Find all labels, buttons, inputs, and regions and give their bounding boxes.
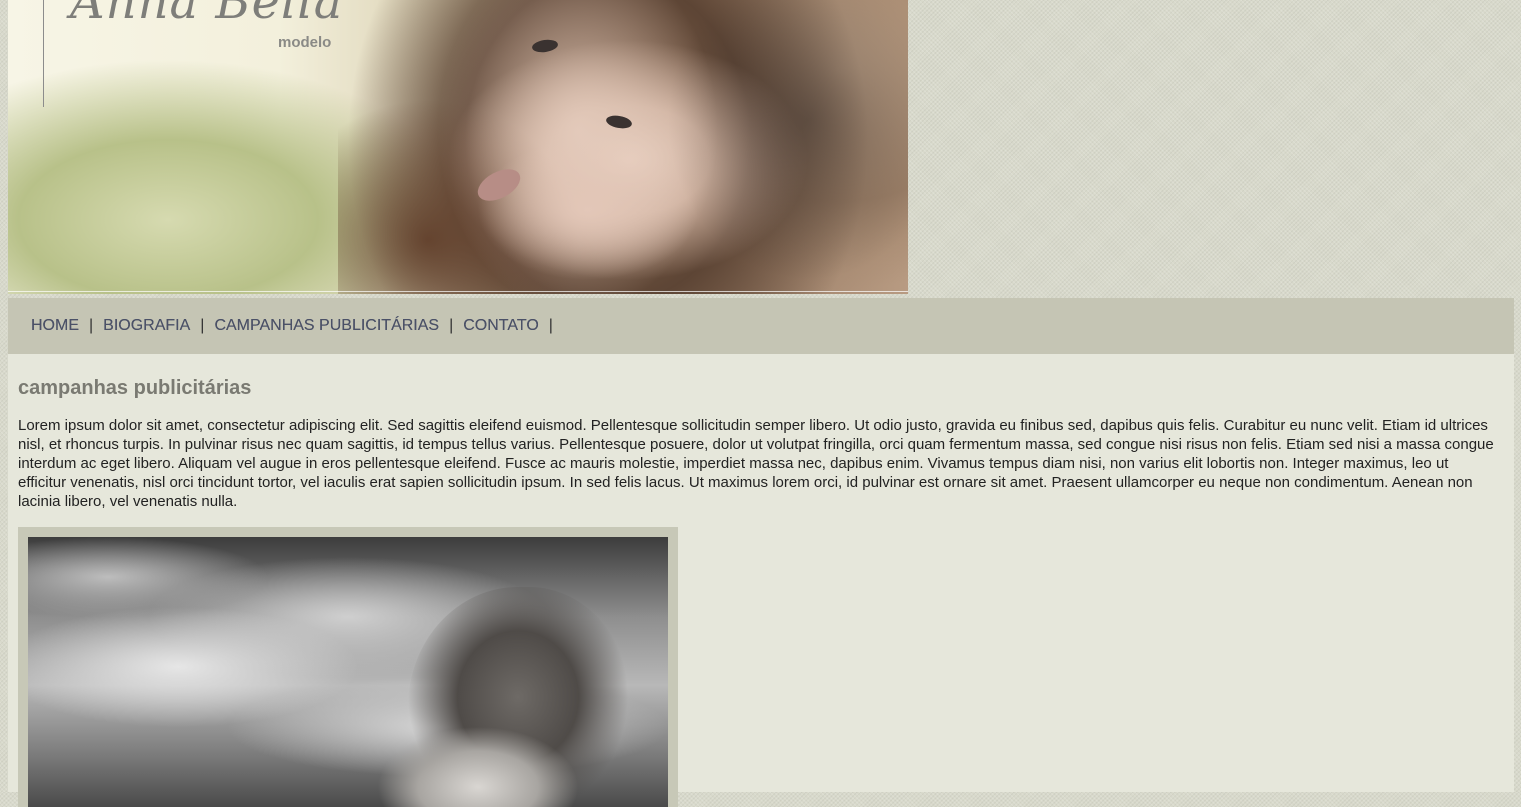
nav-separator: | [449, 317, 454, 334]
brand-logo-name: Anna Bella [70, 0, 344, 30]
nav-item-campanhas: CAMPANHAS PUBLICITÁRIAS | [214, 317, 463, 335]
nav-item-contato: CONTATO | [463, 317, 563, 335]
body-paragraph: Lorem ipsum dolor sit amet, consectetur … [18, 417, 1494, 510]
brand-subtitle: modelo [278, 34, 332, 51]
nav-link-campanhas[interactable]: CAMPANHAS PUBLICITÁRIAS [214, 317, 439, 335]
nav-item-biografia: BIOGRAFIA | [103, 317, 214, 335]
header-banner: Anna Bella modelo [8, 0, 908, 294]
nav-separator: | [200, 317, 205, 334]
nav-list: HOME | BIOGRAFIA | CAMPANHAS PUBLICITÁRI… [8, 298, 1514, 354]
page-title: campanhas publicitárias [18, 377, 252, 399]
nav-link-biografia[interactable]: BIOGRAFIA [103, 317, 190, 335]
main-navigation: HOME | BIOGRAFIA | CAMPANHAS PUBLICITÁRI… [8, 298, 1514, 354]
main-content: campanhas publicitárias Lorem ipsum dolo… [8, 354, 1514, 807]
nav-link-home[interactable]: HOME [31, 317, 79, 335]
nav-separator: | [89, 317, 94, 334]
model-portrait-image [338, 0, 908, 294]
campaign-photo [28, 537, 668, 807]
nav-item-home: HOME | [31, 317, 103, 335]
nav-separator: | [548, 317, 553, 334]
brand-divider-line [43, 0, 44, 107]
banner-baseline [8, 291, 908, 292]
campaign-photo-frame [18, 527, 678, 807]
nav-link-contato[interactable]: CONTATO [463, 317, 539, 335]
